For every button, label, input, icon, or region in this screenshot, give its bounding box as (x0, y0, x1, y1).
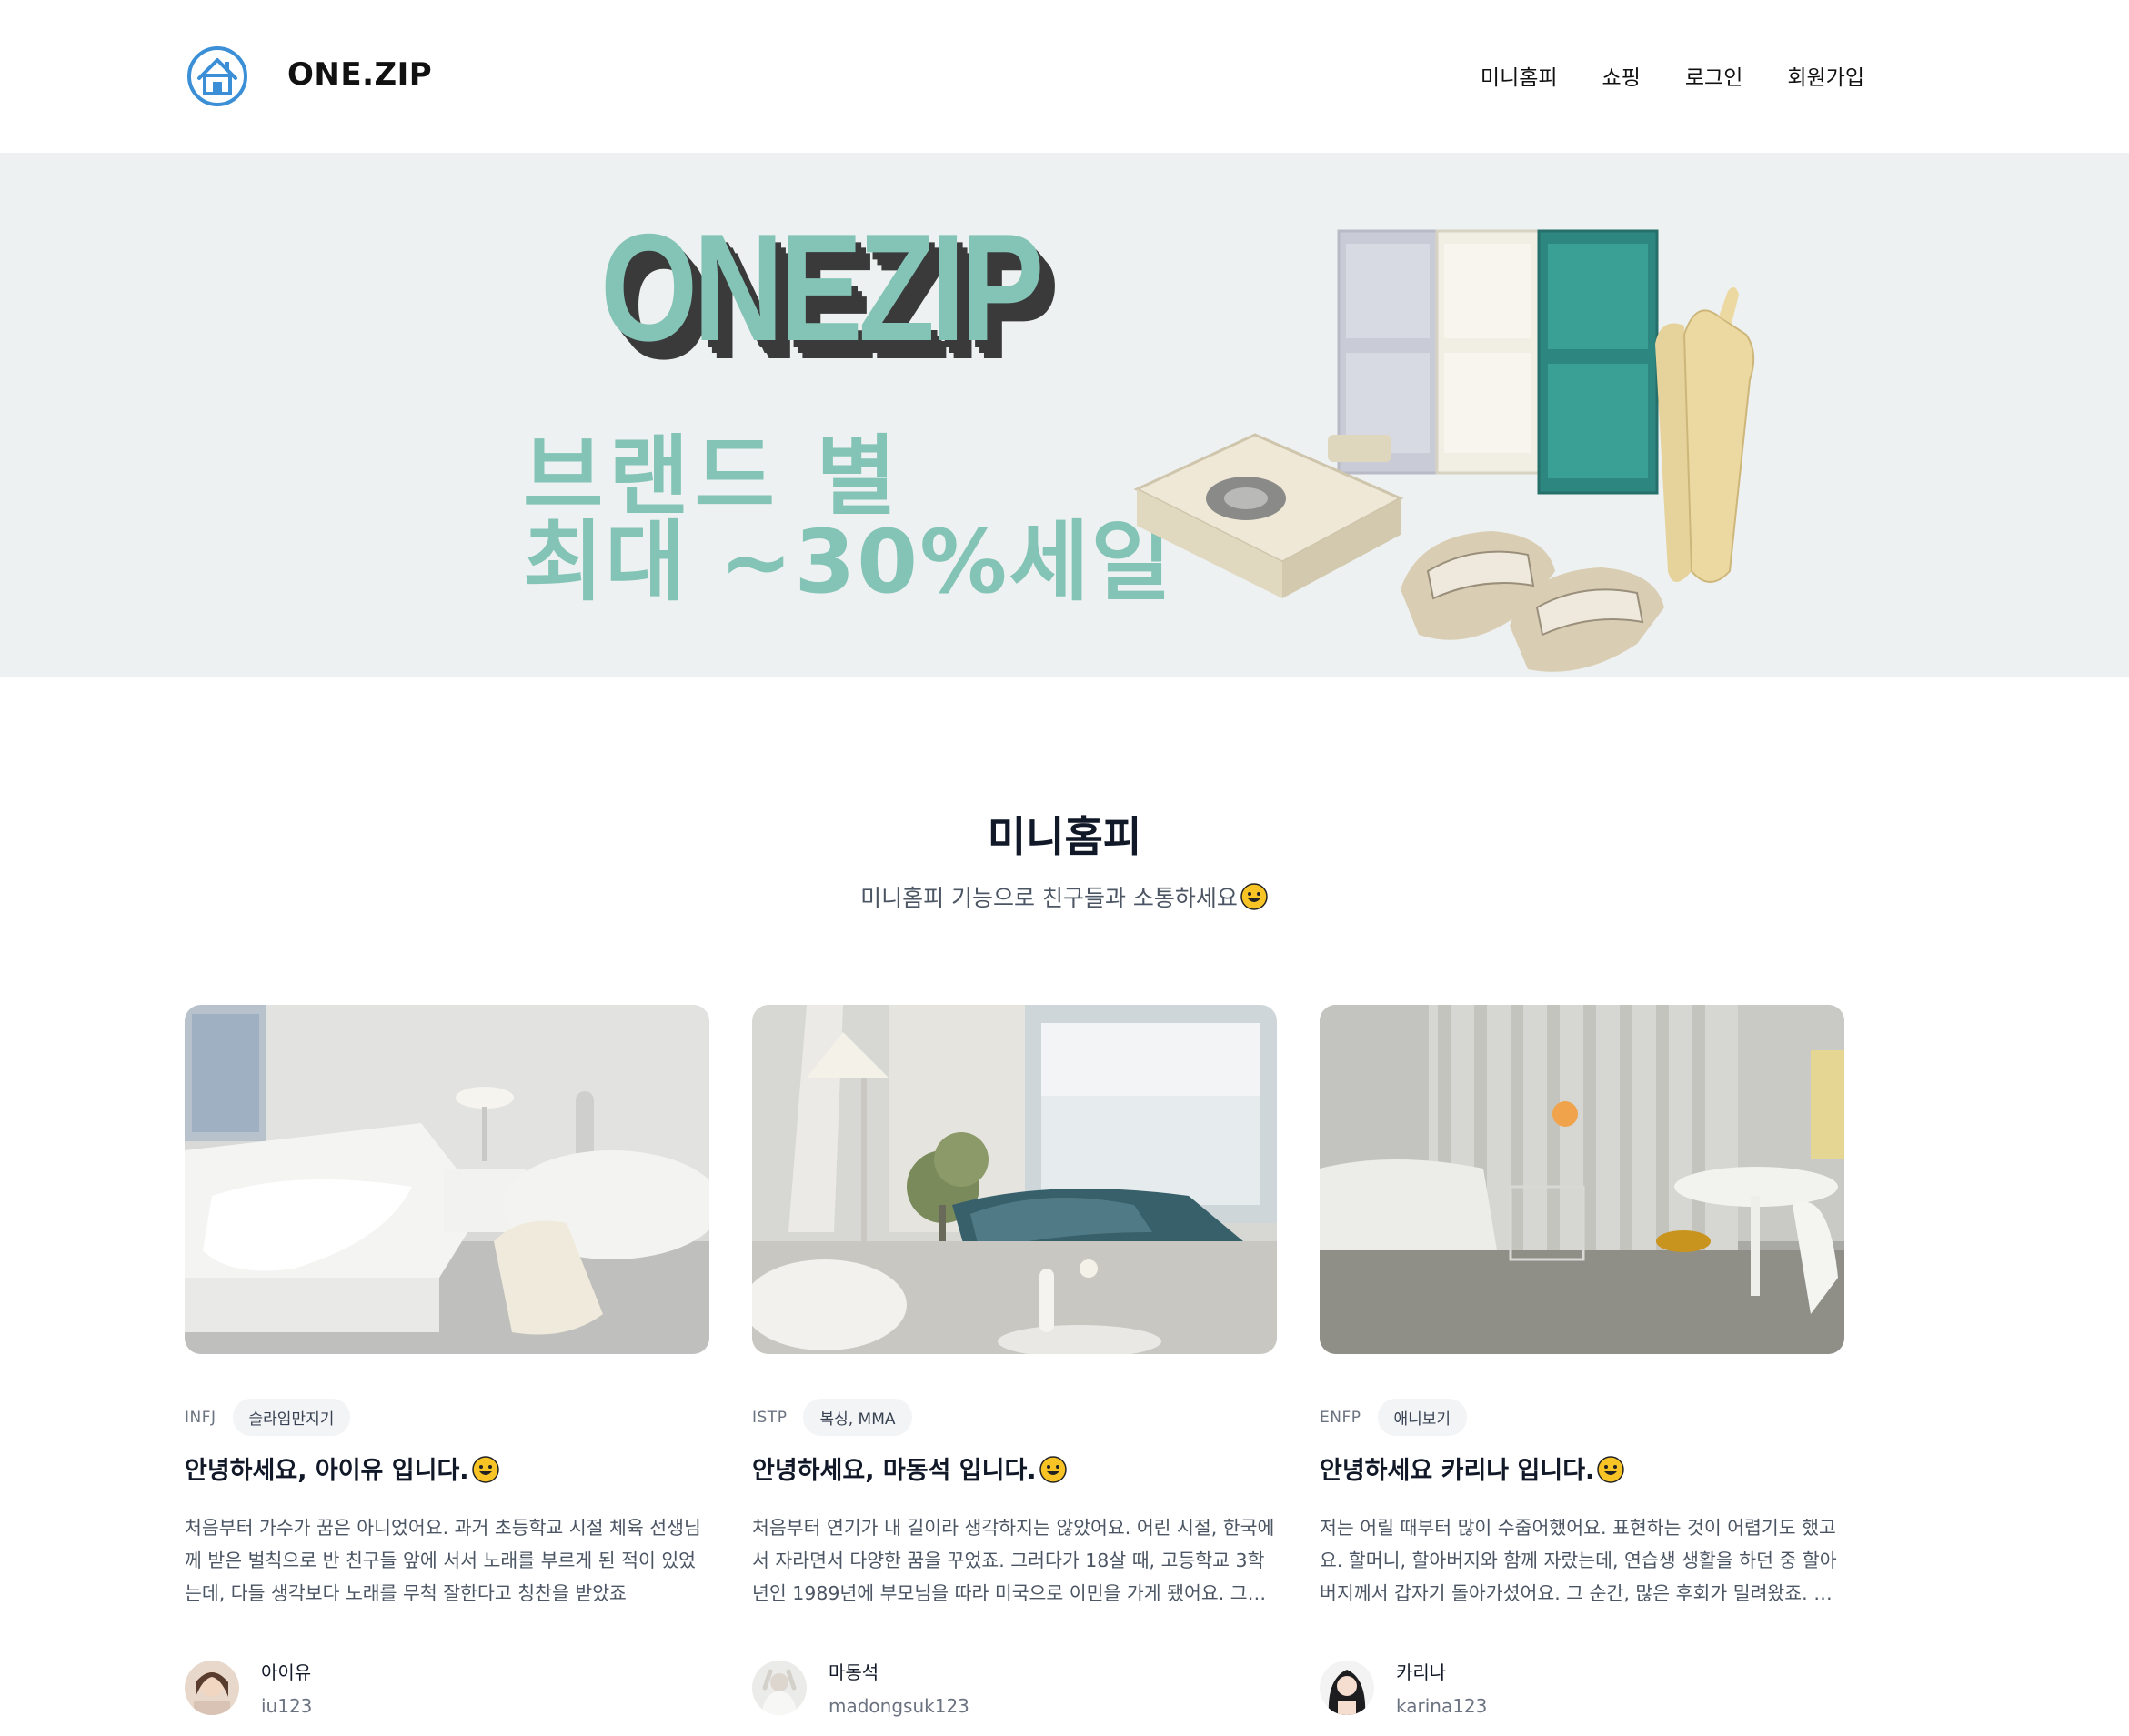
card-author[interactable]: 아이유 iu123 (185, 1658, 312, 1717)
card-title-text: 안녕하세요 카리나 입니다. (1320, 1457, 1595, 1485)
card-title[interactable]: 안녕하세요, 마동석 입니다. (752, 1450, 1068, 1486)
hobby-tag[interactable]: 슬라임만지기 (232, 1399, 351, 1436)
section-subtitle: 미니홈피 기능으로 친구들과 소통하세요 (0, 880, 2129, 913)
card-meta: ENFP 애니보기 (1320, 1399, 1468, 1436)
grinning-face-icon (1597, 1456, 1625, 1483)
avatar[interactable] (185, 1660, 239, 1715)
grinning-face-icon (1240, 883, 1268, 910)
author-name: 카리나 (1396, 1661, 1447, 1683)
house-icon[interactable] (186, 45, 248, 107)
nav-signup[interactable]: 회원가입 (1787, 60, 1864, 91)
hobby-tag[interactable]: 복싱, MMA (803, 1399, 912, 1436)
card-meta: INFJ 슬라임만지기 (185, 1399, 351, 1436)
main-nav: 미니홈피 쇼핑 로그인 회원가입 (1481, 60, 1864, 91)
room-photo[interactable] (743, 1005, 1277, 1358)
profile-card[interactable]: INFJ 슬라임만지기 안녕하세요, 아이유 입니다. 처음부터 가수가 꿈은 … (185, 1005, 721, 1717)
author-id: iu123 (261, 1695, 313, 1717)
card-title-text: 안녕하세요, 아이유 입니다. (185, 1457, 469, 1485)
section-title: 미니홈피 (987, 812, 1142, 861)
grinning-face-icon (471, 1456, 499, 1483)
promo-banner[interactable]: ONEZIP 브랜드 별 최대 ~30%세일 (0, 153, 2129, 677)
card-author[interactable]: 마동석 madongsuk123 (752, 1658, 969, 1717)
card-meta: ISTP 복싱, MMA (752, 1399, 912, 1436)
avatar[interactable] (1320, 1660, 1374, 1715)
banner-sale-line2: 최대 ~30%세일 (523, 511, 1173, 613)
site-header: ONE.ZIP 미니홈피 쇼핑 로그인 회원가입 (0, 0, 2129, 153)
author-name: 아이유 (261, 1661, 312, 1683)
banner-logo: ONEZIP (600, 202, 1044, 373)
profile-card[interactable]: ENFP 애니보기 안녕하세요 카리나 입니다. 저는 어릴 때부터 많이 수줍… (1320, 1005, 1844, 1717)
card-description: 저는 어릴 때부터 많이 수줍어했어요. 표현하는 것이 어렵기도 했고요. 할… (1320, 1517, 1837, 1604)
mbti-label: ISTP (752, 1408, 788, 1427)
grinning-face-icon (1039, 1456, 1067, 1483)
brand-name[interactable]: ONE.ZIP (287, 56, 432, 93)
card-author[interactable]: 카리나 karina123 (1320, 1658, 1487, 1717)
nav-shopping[interactable]: 쇼핑 (1602, 60, 1641, 91)
nav-login[interactable]: 로그인 (1685, 60, 1742, 91)
card-title-text: 안녕하세요, 마동석 입니다. (752, 1457, 1037, 1485)
card-description: 처음부터 가수가 꿈은 아니었어요. 과거 초등학교 시절 체육 선생님께 받은… (185, 1517, 701, 1604)
banner-sale-line1: 브랜드 별 (523, 426, 902, 527)
card-title[interactable]: 안녕하세요 카리나 입니다. (1320, 1450, 1625, 1486)
mbti-label: INFJ (185, 1408, 216, 1427)
author-id: karina123 (1396, 1695, 1488, 1717)
author-id: madongsuk123 (829, 1695, 969, 1717)
room-photo[interactable] (1320, 1005, 1844, 1354)
banner-products-image (1133, 229, 1755, 672)
card-description: 처음부터 연기가 내 길이라 생각하지는 않았어요. 어린 시절, 한국에서 자… (752, 1517, 1275, 1604)
hobby-tag[interactable]: 애니보기 (1377, 1399, 1468, 1436)
room-photo[interactable] (185, 1005, 721, 1354)
author-name: 마동석 (829, 1661, 879, 1683)
card-title[interactable]: 안녕하세요, 아이유 입니다. (185, 1450, 500, 1486)
section-subtitle-text: 미니홈피 기능으로 친구들과 소통하세요 (860, 885, 1238, 911)
profile-card[interactable]: ISTP 복싱, MMA 안녕하세요, 마동석 입니다. 처음부터 연기가 내 … (743, 1005, 1277, 1717)
avatar[interactable] (752, 1660, 807, 1715)
mbti-label: ENFP (1320, 1408, 1361, 1427)
nav-minihompy[interactable]: 미니홈피 (1481, 60, 1558, 91)
